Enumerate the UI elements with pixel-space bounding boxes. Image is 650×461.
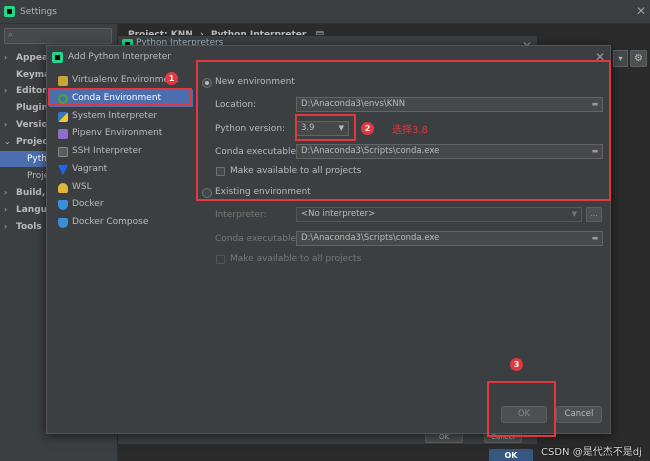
docker-icon	[58, 199, 68, 210]
dialog-title: Add Python Interpreter	[68, 52, 171, 62]
ssh-icon	[58, 146, 68, 157]
env-item-wsl[interactable]: WSL	[49, 179, 193, 196]
annotation-box-ok	[487, 381, 556, 437]
cancel-button[interactable]: Cancel	[556, 406, 602, 423]
sidebar-item-plugins[interactable]: Plugin	[4, 100, 48, 116]
settings-search-input[interactable]: ⌕	[4, 28, 112, 44]
existing-conda-executable-field[interactable]: D:\Anaconda3\Scripts\conda.exe ▬	[296, 231, 603, 246]
annotation-box-conda	[48, 88, 192, 106]
browse-interpreter-button[interactable]: ...	[586, 207, 602, 222]
annotation-number-2: 2	[361, 122, 374, 135]
python-icon	[58, 111, 68, 122]
env-item-system-interpreter[interactable]: System Interpreter	[49, 108, 193, 125]
annotation-number-1: 1	[165, 72, 178, 85]
interpreter-label: Interpreter:	[215, 210, 267, 220]
settings-titlebar: Settings ✕	[0, 0, 650, 24]
existing-conda-executable-value: D:\Anaconda3\Scripts\conda.exe	[301, 233, 440, 243]
chevron-down-icon: ▼	[571, 210, 577, 218]
csdn-watermark: CSDN @是代杰不是dj	[541, 447, 642, 458]
vagrant-icon	[58, 164, 68, 175]
wsl-icon	[58, 182, 68, 193]
interpreter-select[interactable]: <No interpreter> ▼	[296, 207, 582, 222]
env-item-vagrant[interactable]: Vagrant	[49, 161, 193, 178]
sidebar-item-project[interactable]: ⌄ Project	[4, 134, 52, 150]
sidebar-item-keymap[interactable]: Keyma	[4, 67, 50, 83]
folder-icon[interactable]: ▬	[589, 233, 601, 244]
existing-conda-executable-label: Conda executable:	[215, 234, 300, 244]
env-item-docker[interactable]: Docker	[49, 196, 193, 213]
env-item-docker-compose[interactable]: Docker Compose	[49, 214, 193, 231]
sidebar-item-tools[interactable]: › Tools	[4, 219, 42, 235]
search-icon: ⌕	[8, 30, 14, 40]
pycharm-icon	[4, 6, 15, 17]
virtualenv-icon	[58, 75, 68, 86]
pycharm-icon	[52, 51, 63, 63]
environment-type-list: Virtualenv Environment Conda Environment…	[47, 69, 195, 435]
interpreter-dropdown-button[interactable]: ▾	[613, 50, 628, 67]
annotation-box-python-version	[295, 114, 356, 141]
sidebar-item-version-control[interactable]: › Versio	[4, 117, 48, 133]
interpreter-value: <No interpreter>	[301, 209, 376, 219]
pipenv-icon	[58, 128, 68, 139]
annotation-note-select-version: 选择3.8	[392, 125, 428, 136]
existing-make-available-label: Make available to all projects	[230, 254, 362, 264]
settings-close-icon[interactable]: ✕	[636, 4, 646, 18]
annotation-number-3: 3	[510, 358, 523, 371]
existing-make-available-checkbox[interactable]	[216, 255, 225, 264]
env-item-pipenv[interactable]: Pipenv Environment	[49, 125, 193, 142]
sidebar-item-editor[interactable]: › Editor	[4, 83, 47, 99]
settings-title: Settings	[20, 6, 57, 17]
docker-compose-icon	[58, 217, 68, 228]
gear-icon[interactable]: ⚙	[630, 50, 647, 67]
settings-ok-button[interactable]: OK	[489, 449, 533, 461]
env-item-ssh[interactable]: SSH Interpreter	[49, 143, 193, 160]
